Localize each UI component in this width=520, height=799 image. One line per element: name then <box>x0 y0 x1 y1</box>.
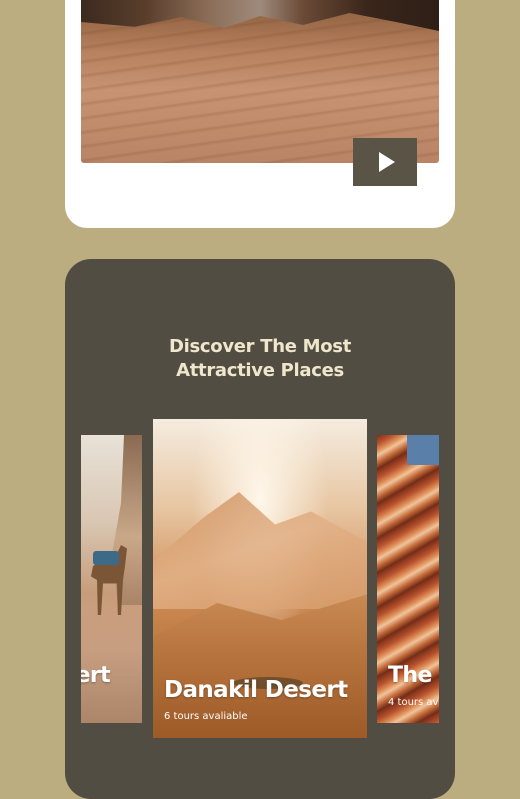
saddle-image <box>93 551 119 565</box>
destination-name: The <box>388 663 432 688</box>
section-title-line2: Attractive Places <box>176 360 344 381</box>
video-card <box>65 0 455 228</box>
dune-image <box>153 492 367 609</box>
rock-formation <box>81 0 439 31</box>
destination-card-left[interactable]: sert <box>81 435 142 723</box>
sky-image <box>407 435 439 465</box>
destination-card-danakil[interactable]: Danakil Desert 6 tours avaliable <box>153 419 367 738</box>
tours-count: 4 tours av <box>388 697 439 708</box>
discover-section: Discover The Most Attractive Places sert… <box>65 259 455 799</box>
play-button[interactable] <box>353 138 417 186</box>
destination-name: sert <box>81 663 111 688</box>
tours-count: 6 tours avaliable <box>164 711 248 722</box>
section-title: Discover The Most Attractive Places <box>65 335 455 383</box>
section-title-line1: Discover The Most <box>168 336 351 357</box>
destination-name: Danakil Desert <box>164 677 348 703</box>
play-icon <box>379 152 395 172</box>
destination-card-right[interactable]: The 4 tours av <box>377 435 439 723</box>
